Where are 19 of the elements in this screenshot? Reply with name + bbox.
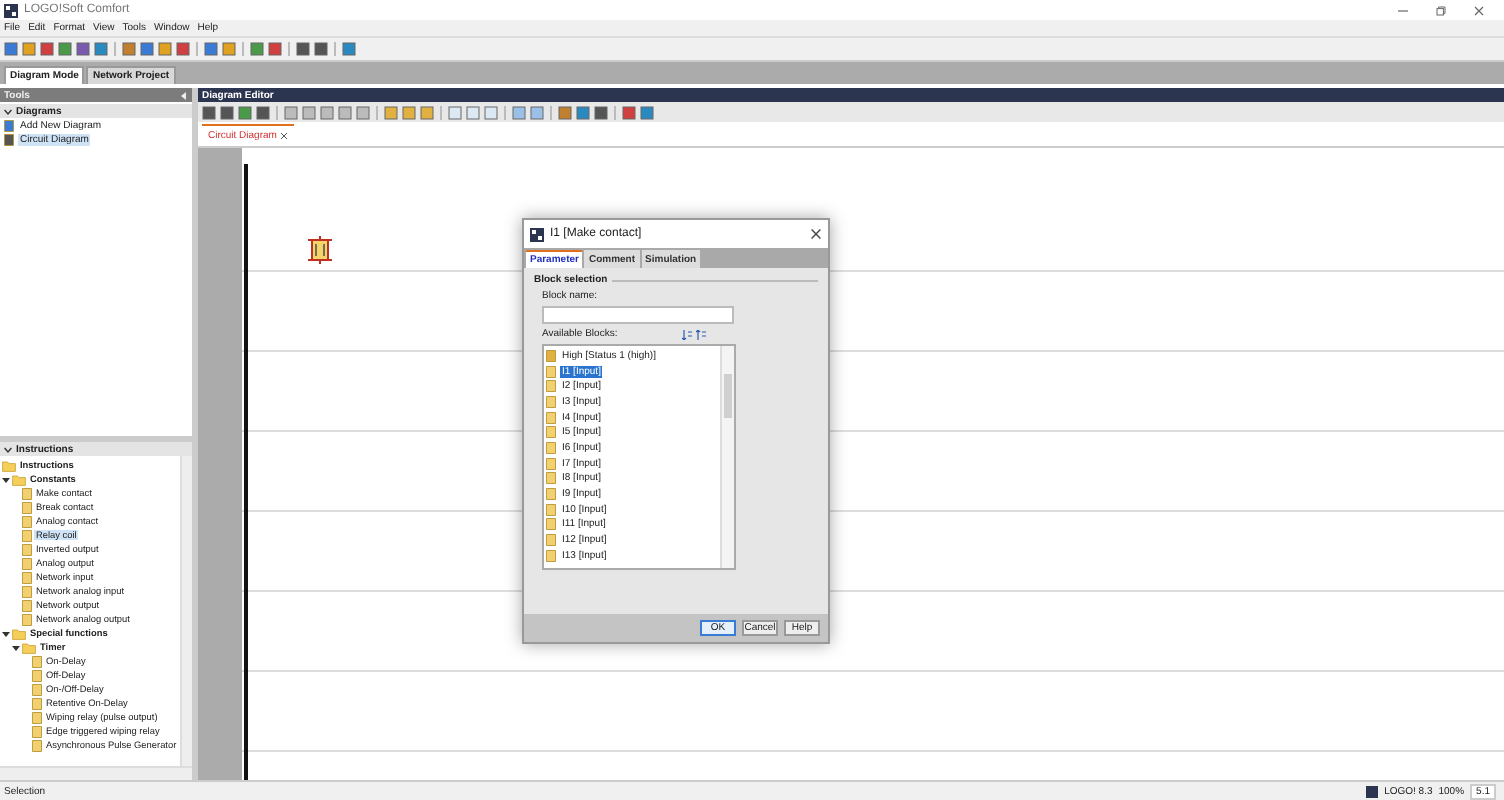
app-logo-icon [530, 227, 544, 241]
pin-icon[interactable] [180, 91, 188, 99]
close-icon[interactable] [810, 228, 822, 240]
scrollbar[interactable] [180, 456, 192, 766]
sort-icon[interactable] [682, 329, 692, 339]
block-name-field[interactable] [542, 306, 734, 324]
collapse-icon[interactable] [12, 643, 20, 651]
restore-icon[interactable] [1436, 5, 1446, 15]
collapse-icon[interactable] [4, 107, 12, 115]
scrollbar[interactable] [720, 346, 734, 568]
close-icon[interactable] [280, 132, 289, 140]
collapse-icon[interactable] [2, 475, 10, 483]
sort-icon[interactable] [696, 329, 706, 339]
scrollbar[interactable] [0, 766, 192, 780]
device-icon [1366, 785, 1379, 797]
collapse-icon[interactable] [2, 629, 10, 637]
collapse-icon[interactable] [4, 445, 12, 453]
close-icon[interactable] [1474, 5, 1484, 15]
contact-block-drawing[interactable] [308, 236, 332, 264]
